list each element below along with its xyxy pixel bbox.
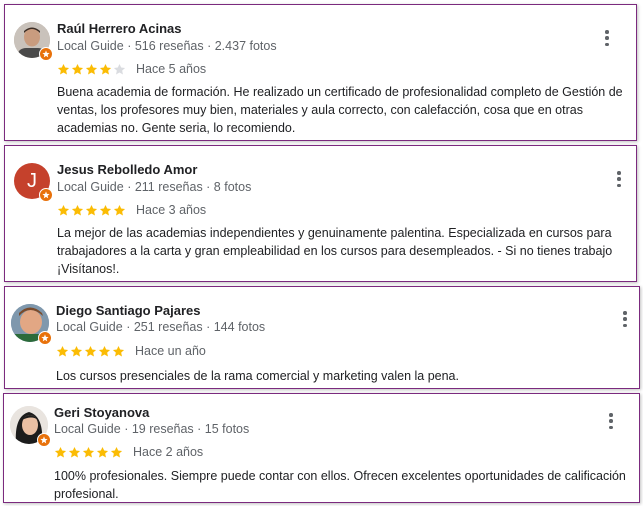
local-guide-badge-icon — [39, 188, 53, 202]
review-text: Buena academia de formación. He realizad… — [57, 85, 623, 135]
reviewer-name[interactable]: Geri Stoyanova — [54, 405, 149, 420]
star-filled-icon — [99, 204, 112, 215]
reviewer-name[interactable]: Raúl Herrero Acinas — [57, 21, 182, 36]
reviewer-meta: Local Guide · 516 reseñas · 2.437 fotos — [57, 39, 277, 53]
star-filled-icon — [96, 446, 109, 457]
avatar[interactable] — [14, 22, 53, 61]
star-filled-icon — [56, 345, 69, 356]
review-text: La mejor de las academias independientes… — [57, 226, 613, 276]
star-filled-icon — [70, 345, 83, 356]
local-guide-badge-icon — [37, 433, 51, 447]
local-guide-label: Local Guide — [57, 39, 124, 53]
more-options-icon[interactable] — [613, 171, 625, 187]
star-filled-icon — [57, 63, 70, 74]
reviewer-stats: 516 reseñas · 2.437 fotos — [134, 39, 277, 53]
star-rating: Hace 3 años — [57, 203, 206, 217]
star-filled-icon — [98, 345, 111, 356]
avatar[interactable] — [11, 304, 52, 345]
review-age: Hace 3 años — [136, 203, 207, 217]
more-options-icon[interactable] — [619, 311, 631, 327]
review-card: Raúl Herrero Acinas Local Guide · 516 re… — [4, 4, 637, 141]
review-card: Diego Santiago Pajares Local Guide · 251… — [4, 286, 640, 389]
star-filled-icon — [112, 345, 125, 356]
star-filled-icon — [85, 63, 98, 74]
star-filled-icon — [99, 63, 112, 74]
avatar-letter: J — [27, 169, 37, 192]
star-filled-icon — [57, 204, 70, 215]
review-age: Hace 5 años — [136, 62, 207, 76]
reviewer-meta: Local Guide · 19 reseñas · 15 fotos — [54, 422, 250, 436]
review-age: Hace 2 años — [133, 445, 204, 459]
more-options-icon[interactable] — [601, 30, 613, 46]
reviewer-name[interactable]: Jesus Rebolledo Amor — [57, 162, 197, 177]
review-card: Geri Stoyanova Local Guide · 19 reseñas … — [3, 393, 640, 503]
local-guide-label: Local Guide — [57, 180, 124, 194]
star-filled-icon — [71, 63, 84, 74]
star-filled-icon — [85, 204, 98, 215]
star-rating: Hace 5 años — [57, 62, 206, 76]
reviewer-name[interactable]: Diego Santiago Pajares — [56, 303, 201, 318]
star-filled-icon — [82, 446, 95, 457]
star-rating: Hace 2 años — [54, 445, 203, 459]
reviewer-meta: Local Guide · 211 reseñas · 8 fotos — [57, 180, 252, 194]
local-guide-label: Local Guide — [54, 422, 121, 436]
local-guide-label: Local Guide — [56, 320, 123, 334]
star-filled-icon — [71, 204, 84, 215]
review-text: 100% profesionales. Siempre puede contar… — [54, 469, 626, 501]
avatar[interactable] — [10, 406, 51, 447]
star-empty-icon — [113, 63, 126, 74]
star-filled-icon — [84, 345, 97, 356]
star-filled-icon — [54, 446, 67, 457]
star-filled-icon — [110, 446, 123, 457]
avatar[interactable]: J — [14, 163, 53, 202]
review-text: Los cursos presenciales de la rama comer… — [56, 369, 459, 383]
local-guide-badge-icon — [39, 47, 53, 61]
review-age: Hace un año — [135, 344, 206, 358]
reviewer-stats: 19 reseñas · 15 fotos — [131, 422, 250, 436]
star-filled-icon — [68, 446, 81, 457]
reviewer-stats: 251 reseñas · 144 fotos — [133, 320, 266, 334]
more-options-icon[interactable] — [605, 413, 617, 429]
star-rating: Hace un año — [56, 344, 206, 358]
reviewer-stats: 211 reseñas · 8 fotos — [134, 180, 252, 194]
reviewer-meta: Local Guide · 251 reseñas · 144 fotos — [56, 320, 266, 334]
local-guide-badge-icon — [38, 331, 52, 345]
review-card: J Jesus Rebolledo Amor Local Guide · 211… — [4, 145, 637, 282]
star-filled-icon — [113, 204, 126, 215]
